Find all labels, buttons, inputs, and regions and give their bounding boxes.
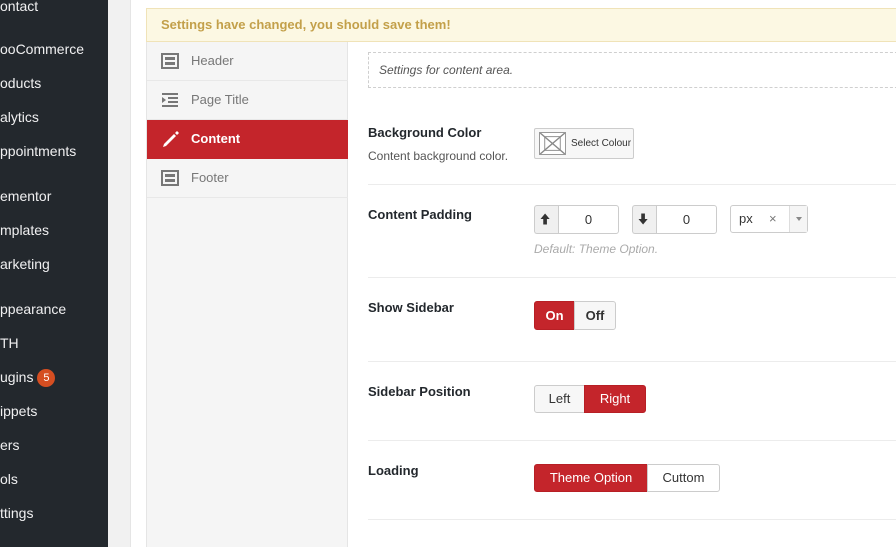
loading-custom-button[interactable]: Cuttom	[647, 464, 720, 492]
sidebar-item-label: ttings	[0, 505, 34, 521]
row-divider	[368, 361, 896, 362]
tab-label: Content	[191, 131, 241, 146]
sidebar-position-right-button[interactable]: Right	[584, 385, 646, 413]
layout-icon	[161, 53, 179, 69]
row-divider	[368, 184, 896, 185]
sidebar-item-label: mplates	[0, 222, 50, 238]
sidebar-item-label: oducts	[0, 75, 42, 91]
tab-page-title[interactable]: Page Title	[147, 81, 348, 120]
show-sidebar-off-button[interactable]: Off	[574, 301, 616, 330]
tab-label: Footer	[191, 170, 229, 185]
row-divider	[368, 440, 896, 441]
chevron-down-icon	[789, 206, 807, 232]
tab-label: Page Title	[191, 92, 249, 107]
content-padding-label: Content Padding	[368, 207, 472, 222]
padding-bottom-input[interactable]: 0	[656, 205, 717, 234]
sidebar-position-left-button[interactable]: Left	[534, 385, 585, 413]
admin-sidebar: ontact ooCommerce oducts alytics ppointm…	[0, 0, 108, 547]
sidebar-position-label: Sidebar Position	[368, 384, 471, 399]
sidebar-item-label: ppointments	[0, 143, 77, 159]
section-description: Settings for content area.	[368, 52, 896, 88]
background-color-description: Content background color.	[368, 149, 509, 163]
show-sidebar-label: Show Sidebar	[368, 300, 454, 315]
indent-icon	[162, 93, 178, 107]
arrow-up-icon	[534, 205, 558, 234]
padding-default-hint: Default: Theme Option.	[534, 242, 659, 256]
sidebar-item-label: ols	[0, 471, 18, 487]
sidebar-item-label: ontact	[0, 0, 39, 14]
background-color-label: Background Color	[368, 125, 482, 140]
sidebar-item-label: arketing	[0, 256, 50, 272]
layout-icon	[161, 170, 179, 186]
loading-label: Loading	[368, 463, 419, 478]
sidebar-item-label: ippets	[0, 403, 38, 419]
tab-label: Header	[191, 53, 234, 68]
row-divider	[368, 519, 896, 520]
settings-main: Settings for content area. Background Co…	[348, 42, 896, 547]
sidebar-item-label: alytics	[0, 109, 39, 125]
sidebar-item-label: TH	[0, 335, 19, 351]
row-divider	[368, 277, 896, 278]
clear-icon[interactable]: ×	[769, 206, 777, 232]
arrow-down-icon	[632, 205, 656, 234]
unit-value: px	[739, 211, 753, 226]
no-color-swatch-icon	[539, 132, 566, 155]
pencil-icon	[163, 131, 179, 147]
tab-footer[interactable]: Footer	[147, 159, 348, 198]
padding-top-input[interactable]: 0	[558, 205, 619, 234]
sidebar-item-label: ppearance	[0, 301, 67, 317]
tab-content[interactable]: Content	[147, 120, 348, 159]
sidebar-item-label: ementor	[0, 188, 52, 204]
select-colour-label: Select Colour	[571, 138, 632, 149]
plugins-update-badge: 5	[37, 369, 56, 387]
padding-unit-select[interactable]: px ×	[730, 205, 808, 233]
loading-theme-option-button[interactable]: Theme Option	[534, 464, 648, 492]
settings-tabs: Header Page Title Content Footer	[146, 42, 348, 547]
sidebar-item-label: ugins	[0, 369, 34, 385]
show-sidebar-on-button[interactable]: On	[534, 301, 575, 330]
select-colour-button[interactable]: Select Colour	[534, 128, 634, 159]
tab-header[interactable]: Header	[147, 42, 348, 81]
sidebar-item-label: ooCommerce	[0, 41, 85, 57]
sidebar-item-label: ers	[0, 437, 20, 453]
settings-changed-notice: Settings have changed, you should save t…	[146, 8, 896, 42]
